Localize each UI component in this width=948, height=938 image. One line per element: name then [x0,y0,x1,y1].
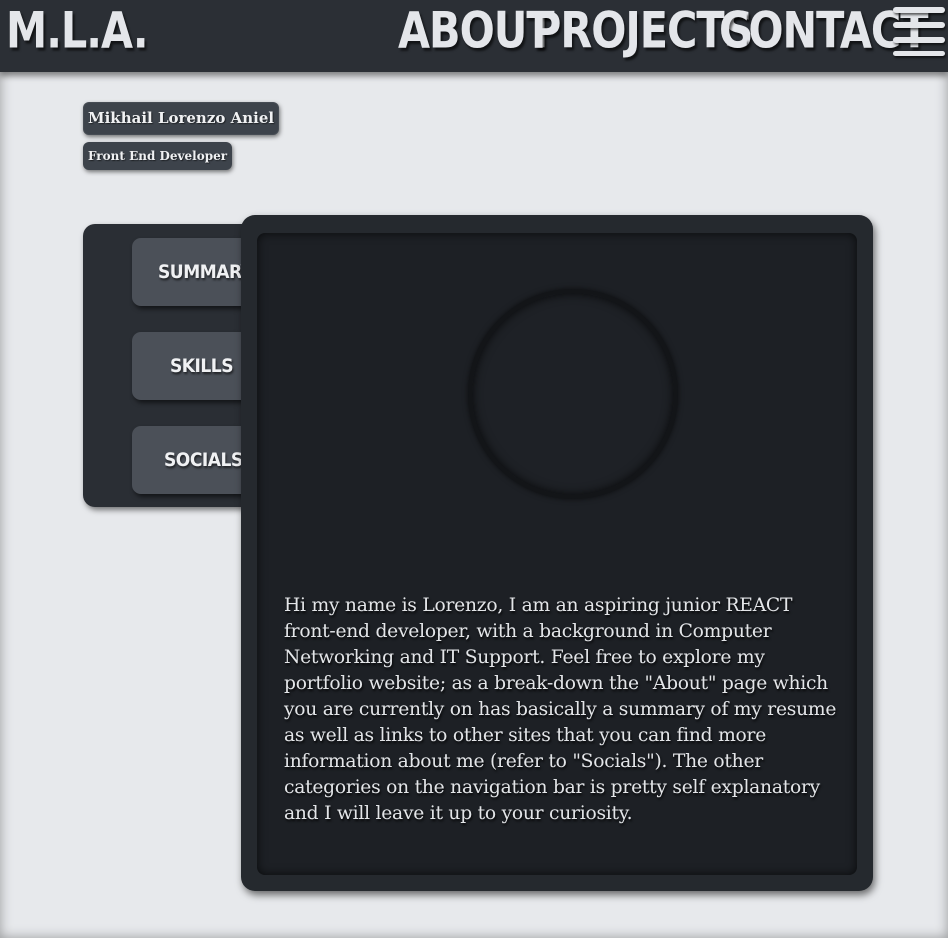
content-card: Hi my name is Lorenzo, I am an aspiring … [241,215,873,891]
hamburger-icon[interactable] [893,7,945,56]
hamburger-bar [893,37,945,43]
bio-text: Hi my name is Lorenzo, I am an aspiring … [284,595,837,824]
avatar [468,289,678,499]
navbar: M.L.A. ABOUT PROJECTS CONTACT [0,0,948,72]
content-inner-panel: Hi my name is Lorenzo, I am an aspiring … [257,233,857,875]
hamburger-bar [893,22,945,28]
hamburger-bar [893,7,945,13]
page: M.L.A. ABOUT PROJECTS CONTACT Mikhail Lo… [0,0,948,938]
hamburger-bar [893,51,945,56]
profile-role: Front End Developer [83,142,233,170]
profile-name: Mikhail Lorenzo Aniel [83,102,280,135]
brand-logo[interactable]: M.L.A. [6,2,149,58]
